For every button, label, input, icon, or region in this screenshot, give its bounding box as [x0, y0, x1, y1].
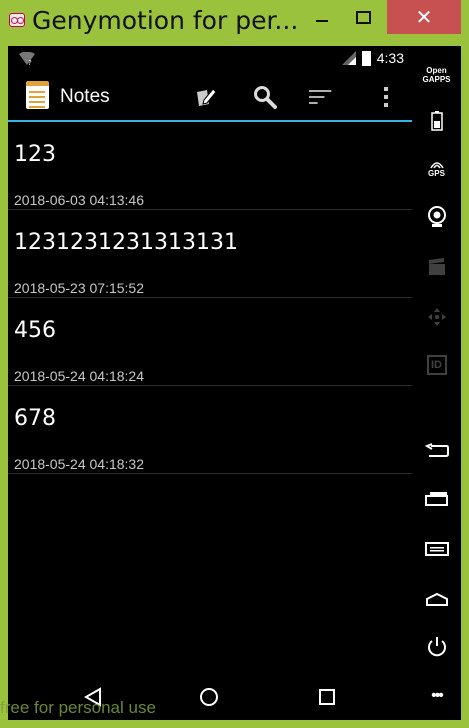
battery-widget-button[interactable]	[412, 104, 461, 138]
note-title: 456	[14, 318, 56, 343]
screencast-button[interactable]	[412, 250, 461, 284]
maximize-icon	[355, 10, 371, 24]
more-options-button[interactable]: •••	[412, 679, 461, 713]
nav-recents-button[interactable]	[316, 686, 338, 708]
minimize-button[interactable]	[303, 0, 341, 34]
overflow-menu-icon[interactable]	[374, 85, 398, 109]
maximize-button[interactable]	[343, 0, 383, 34]
opengapps-label-line1: Open	[426, 66, 447, 75]
recents-square-icon	[319, 689, 335, 705]
genymotion-sidebar: Open GAPPS GPS ID •••	[412, 46, 461, 720]
open-gapps-button[interactable]: Open GAPPS	[412, 58, 461, 92]
device-id-button[interactable]: ID	[412, 348, 461, 382]
battery-widget-icon	[430, 111, 443, 131]
action-bar: Notes	[8, 73, 412, 122]
window-titlebar[interactable]: Genymotion for per... ✕	[0, 0, 469, 40]
note-title: 1231231231313131	[14, 230, 238, 255]
recent-apps-icon	[424, 492, 448, 506]
note-date: 2018-05-24 04:18:32	[14, 456, 144, 472]
list-item[interactable]: 456 2018-05-24 04:18:24	[8, 298, 412, 386]
note-date: 2018-05-24 04:18:24	[14, 368, 144, 384]
app-title: Notes	[60, 86, 110, 107]
side-menu-button[interactable]	[412, 532, 461, 566]
camera-button[interactable]	[412, 200, 461, 234]
side-home-button[interactable]	[412, 582, 461, 616]
list-item[interactable]: 1231231231313131 2018-05-23 07:15:52	[8, 210, 412, 298]
note-date: 2018-06-03 04:13:46	[14, 192, 144, 208]
webcam-icon	[427, 206, 446, 227]
status-bar: ? 4:33	[8, 46, 412, 72]
home-shape-icon	[425, 592, 448, 606]
minimize-icon	[316, 20, 328, 22]
power-button[interactable]	[412, 630, 461, 664]
list-item[interactable]: 678 2018-05-24 04:18:32	[8, 386, 412, 474]
gps-button[interactable]: GPS	[412, 152, 461, 186]
sort-icon[interactable]	[309, 85, 333, 109]
opengapps-label-line2: GAPPS	[422, 75, 451, 84]
genymotion-logo-icon	[9, 13, 25, 27]
svg-text:?: ?	[28, 59, 32, 66]
note-date: 2018-05-23 07:15:52	[14, 280, 144, 296]
wifi-question-icon: ?	[18, 52, 36, 66]
window-title: Genymotion for per...	[32, 6, 299, 35]
clapperboard-icon	[428, 258, 445, 275]
new-note-icon[interactable]	[194, 85, 218, 109]
id-card-icon: ID	[426, 355, 447, 375]
gps-wave-icon	[429, 161, 444, 168]
remote-control-button[interactable]	[412, 300, 461, 334]
battery-icon	[361, 50, 371, 66]
dpad-arrows-icon	[427, 308, 446, 326]
signal-icon	[341, 51, 356, 65]
status-icons: 4:33	[341, 50, 404, 66]
android-screen: ? 4:33 Notes 123 2018-06-03 04:13:46 123…	[8, 46, 412, 720]
notes-app-icon	[26, 81, 49, 109]
watermark-text: free for personal use	[0, 698, 156, 717]
list-item[interactable]: 123 2018-06-03 04:13:46	[8, 122, 412, 210]
genymotion-window: Genymotion for per... ✕ ? 4:33 Notes 123…	[0, 0, 469, 728]
note-title: 123	[14, 142, 56, 167]
side-back-button[interactable]	[412, 434, 461, 468]
back-arrow-icon	[424, 443, 449, 457]
menu-list-icon	[424, 542, 449, 556]
nav-home-button[interactable]	[198, 686, 220, 708]
power-icon	[427, 637, 446, 657]
side-recents-button[interactable]	[412, 482, 461, 516]
home-circle-icon	[200, 688, 218, 706]
notes-list: 123 2018-06-03 04:13:46 1231231231313131…	[8, 122, 412, 474]
gps-label: GPS	[428, 168, 445, 178]
close-button[interactable]: ✕	[387, 0, 461, 34]
status-time: 4:33	[376, 50, 404, 66]
search-icon[interactable]	[253, 85, 277, 109]
note-title: 678	[14, 406, 56, 431]
